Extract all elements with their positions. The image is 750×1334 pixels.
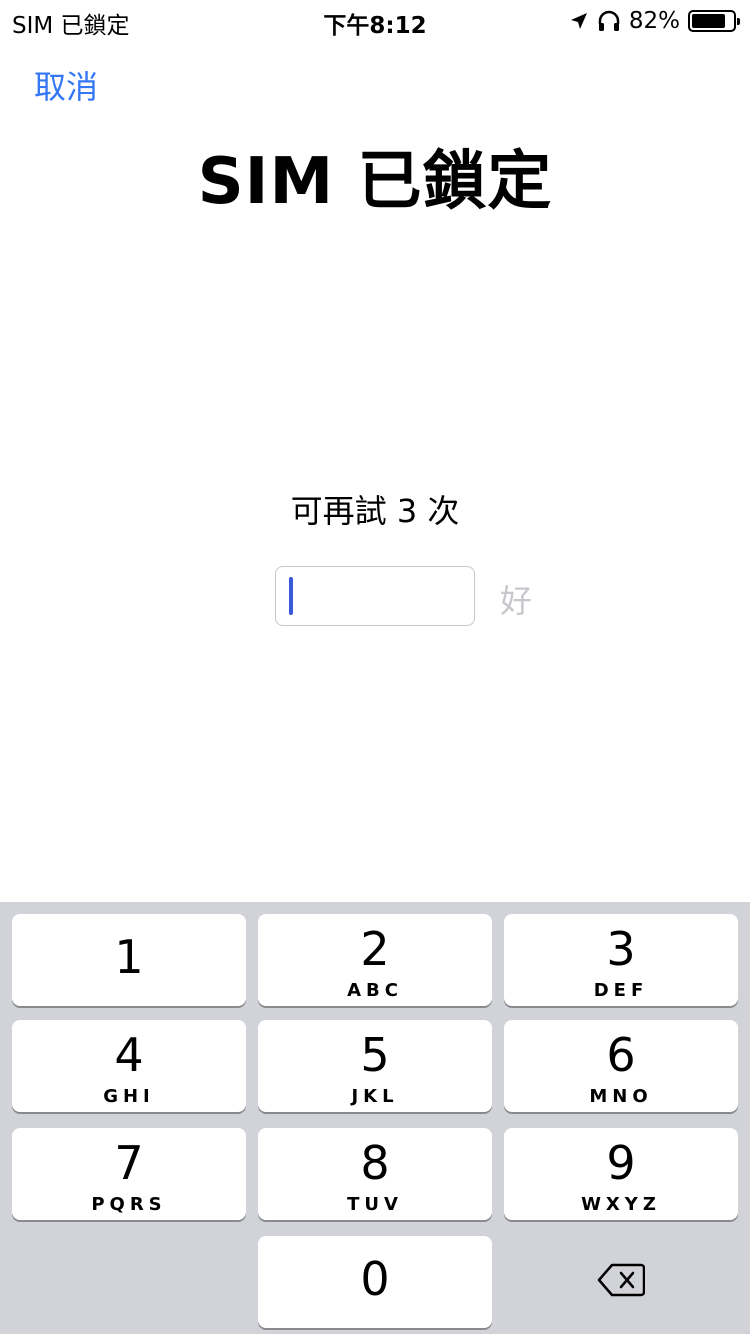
key-9[interactable]: 9 WXYZ [504,1128,738,1220]
attempts-remaining-text: 可再試 3 次 [290,492,460,530]
key-letters: JKL [351,1086,399,1107]
key-digit: 3 [606,922,636,976]
page-title: SIM 已鎖定 [197,145,553,219]
text-caret [289,577,293,615]
status-bar: SIM 已鎖定 下午8:12 82% [0,0,750,40]
key-digit: 4 [114,1028,144,1082]
key-letters: MNO [589,1086,653,1107]
key-letters: PQRS [91,1194,167,1215]
cancel-button[interactable]: 取消 [34,62,98,108]
key-digit: 9 [606,1136,636,1190]
key-letters: GHI [103,1086,155,1107]
key-digit: 8 [360,1136,390,1190]
key-3[interactable]: 3 DEF [504,914,738,1006]
key-letters: DEF [593,980,649,1001]
key-letters: ABC [347,980,403,1001]
battery-fill [692,14,725,28]
battery-icon [688,10,740,32]
location-arrow-icon [569,11,589,31]
key-letters: WXYZ [581,1194,661,1215]
pin-input[interactable] [275,566,475,626]
backspace-icon [597,1263,646,1301]
key-digit: 7 [114,1136,144,1190]
status-right-group: 82% [569,6,740,36]
key-6[interactable]: 6 MNO [504,1020,738,1112]
key-letters: TUV [347,1194,403,1215]
key-digit: 0 [360,1252,390,1306]
key-digit: 1 [114,930,144,984]
key-5[interactable]: 5 JKL [258,1020,492,1112]
key-2[interactable]: 2 ABC [258,914,492,1006]
key-0[interactable]: 0 [258,1236,492,1328]
key-1[interactable]: 1 [12,914,246,1006]
delete-key[interactable] [504,1236,738,1328]
headphones-icon [597,10,621,32]
key-digit: 5 [360,1028,390,1082]
battery-cap [737,18,740,25]
numeric-keypad: 1 2 ABC 3 DEF 4 GHI 5 JKL 6 MNO 7 PQRS 8… [0,902,750,1334]
key-digit: 2 [360,922,390,976]
battery-percentage: 82% [628,8,680,34]
key-7[interactable]: 7 PQRS [12,1128,246,1220]
key-4[interactable]: 4 GHI [12,1020,246,1112]
key-8[interactable]: 8 TUV [258,1128,492,1220]
ok-button[interactable]: 好 [500,576,532,622]
key-digit: 6 [606,1028,636,1082]
